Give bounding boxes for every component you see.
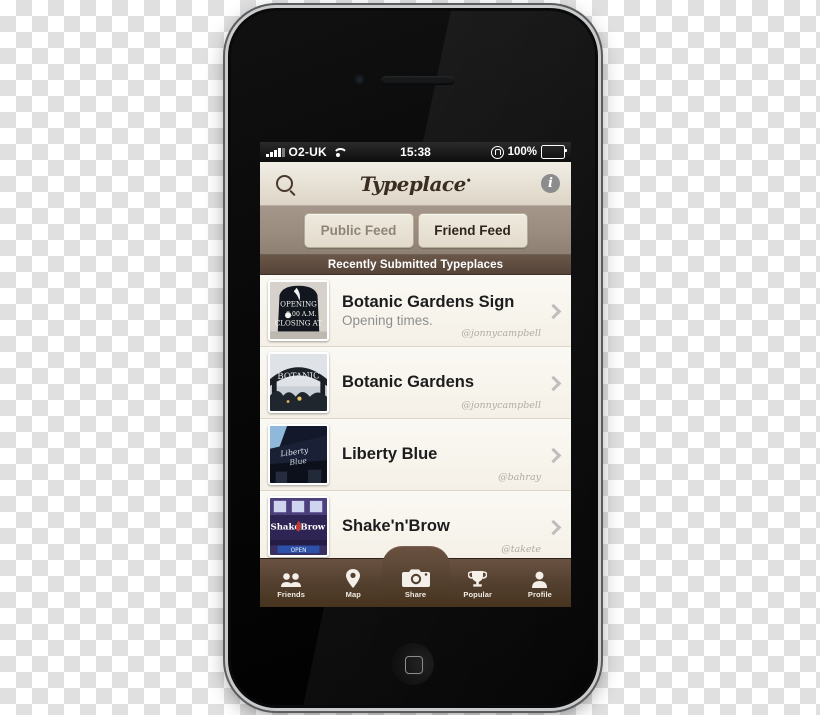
svg-text:Brow: Brow: [300, 522, 325, 532]
list-item-username: @takete: [501, 544, 541, 555]
tab-map[interactable]: Map: [322, 559, 384, 607]
home-square-icon: [405, 656, 423, 674]
camera-icon: [401, 568, 430, 588]
app-title-mark: •: [465, 175, 472, 186]
page-title: Typeplace•: [260, 172, 571, 196]
svg-text:CLOSING AT: CLOSING AT: [275, 319, 323, 328]
tab-friends[interactable]: Friends: [260, 559, 322, 607]
list-item-title: Liberty Blue: [342, 445, 438, 464]
list-item[interactable]: Liberty Blue Liberty Blue @bahray: [260, 419, 571, 491]
list-item-title: Botanic Gardens Sign: [342, 292, 515, 311]
home-button[interactable]: [392, 643, 434, 685]
tab-share[interactable]: Share: [381, 546, 450, 607]
phone-front-glass: O2-UK 15:38 100% Typeplace• i Public Fee…: [231, 11, 595, 705]
chevron-right-icon: [546, 304, 560, 318]
chevron-right-icon: [546, 520, 560, 534]
svg-text:OPEN: OPEN: [291, 548, 307, 554]
list-item[interactable]: BOTANIC Botanic Gardens @jonnycampbell: [260, 347, 571, 419]
list-item-username: @bahray: [498, 472, 541, 483]
feed-toggle-bar: Public Feed Friend Feed: [260, 206, 571, 255]
app-nav-bar: Typeplace• i: [260, 162, 571, 206]
friend-feed-tab[interactable]: Friend Feed: [417, 212, 528, 248]
list-item-subtitle: Opening times.: [342, 313, 433, 329]
chevron-right-icon: [546, 448, 560, 462]
public-feed-tab[interactable]: Public Feed: [303, 212, 414, 248]
friends-icon: [280, 568, 302, 588]
feed-list: OPENING 8.00 A.M. CLOSING AT Botanic Gar…: [260, 275, 571, 574]
friend-feed-label: Friend Feed: [434, 222, 511, 238]
list-item-username: @jonnycampbell: [461, 400, 541, 411]
list-item-text: Botanic Gardens: [329, 373, 546, 392]
list-item-text: Botanic Gardens Sign Opening times.: [329, 293, 546, 329]
screenshot-canvas: O2-UK 15:38 100% Typeplace• i Public Fee…: [0, 0, 820, 715]
botanic-gardens-arch-photo: BOTANIC: [268, 352, 329, 413]
list-item-title: Botanic Gardens: [342, 373, 475, 392]
tab-popular[interactable]: Popular: [447, 559, 509, 607]
app-title-text: Typeplace: [359, 171, 466, 196]
list-item-text: Liberty Blue: [329, 445, 546, 464]
phone-screen: O2-UK 15:38 100% Typeplace• i Public Fee…: [260, 142, 571, 607]
tab-share-label: Share: [404, 589, 427, 599]
chevron-right-icon: [546, 376, 560, 390]
status-bar: O2-UK 15:38 100%: [260, 142, 571, 162]
svg-text:OPENING: OPENING: [280, 300, 317, 309]
tab-profile[interactable]: Profile: [509, 559, 571, 607]
list-item-title: Shake'n'Brow: [342, 517, 450, 536]
botanic-gardens-sign-photo: OPENING 8.00 A.M. CLOSING AT: [268, 280, 329, 341]
svg-text:Shake: Shake: [271, 522, 301, 532]
tab-map-label: Map: [345, 589, 361, 599]
public-feed-label: Public Feed: [320, 222, 397, 238]
svg-text:BOTANIC: BOTANIC: [277, 371, 320, 382]
tab-friends-label: Friends: [277, 589, 305, 599]
trophy-icon: [468, 568, 488, 588]
tab-popular-label: Popular: [463, 589, 493, 599]
battery-icon: [541, 145, 568, 159]
person-icon: [532, 568, 548, 588]
search-button[interactable]: [271, 171, 297, 197]
status-bar-clock: 15:38: [400, 145, 431, 159]
front-camera: [355, 75, 364, 84]
iphone-device-frame: O2-UK 15:38 100% Typeplace• i Public Fee…: [228, 8, 598, 708]
bottom-tab-bar: Friends Map Share Popular Profile: [260, 546, 571, 607]
search-icon: [275, 175, 293, 192]
earpiece-speaker: [381, 76, 455, 85]
list-item-username: @jonnycampbell: [461, 328, 541, 339]
list-item[interactable]: OPENING 8.00 A.M. CLOSING AT Botanic Gar…: [260, 275, 571, 347]
rotation-lock-icon: [490, 145, 504, 159]
map-pin-icon: [346, 568, 361, 588]
shake-n-brow-sign-photo: Shake Brow OPEN: [268, 496, 329, 557]
tab-profile-label: Profile: [527, 589, 552, 599]
liberty-blue-storefront-photo: Liberty Blue: [268, 424, 329, 485]
list-item-text: Shake'n'Brow: [329, 517, 546, 536]
section-header: Recently Submitted Typeplaces: [260, 255, 571, 275]
